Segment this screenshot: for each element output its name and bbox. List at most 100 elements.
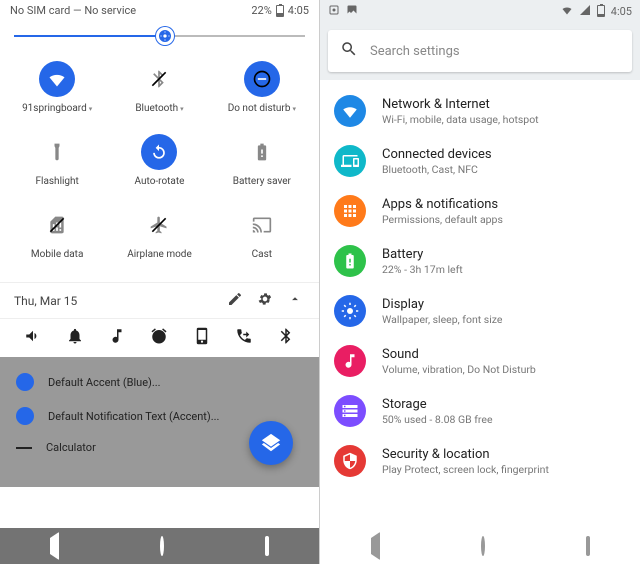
clock: 4:05 (611, 5, 632, 18)
background-app-dimmed: Default Accent (Blue)... Default Notific… (0, 357, 319, 487)
nav-back[interactable] (371, 538, 380, 554)
chevron-up-icon[interactable] (285, 292, 305, 309)
qs-tile-bluetooth[interactable]: Bluetooth ▾ (108, 53, 210, 126)
search-placeholder: Search settings (370, 44, 460, 59)
brightness-slider[interactable] (0, 21, 319, 43)
settings-item-sound[interactable]: SoundVolume, vibration, Do Not Disturb (320, 336, 640, 386)
sim-icon (39, 207, 75, 243)
settings-item-wifi[interactable]: Network & InternetWi-Fi, mobile, data us… (320, 86, 640, 136)
date-label: Thu, Mar 15 (14, 294, 77, 308)
alarm-icon[interactable] (150, 327, 168, 349)
qs-tile-sim[interactable]: Mobile data (6, 199, 108, 272)
call-down-icon[interactable] (235, 327, 253, 349)
phone-icon[interactable] (193, 327, 211, 349)
brightness-icon[interactable] (156, 27, 174, 45)
settings-item-brightness[interactable]: DisplayWallpaper, sleep, font size (320, 286, 640, 336)
battery-icon (597, 5, 605, 17)
settings-subtitle: Wi-Fi, mobile, data usage, hotspot (382, 113, 539, 126)
cast-icon (244, 207, 280, 243)
settings-subtitle: Wallpaper, sleep, font size (382, 313, 502, 326)
settings-title: Apps & notifications (382, 197, 503, 212)
qs-tile-dnd[interactable]: Do not disturb ▾ (211, 53, 313, 126)
gear-icon[interactable] (255, 291, 275, 310)
settings-subtitle: Bluetooth, Cast, NFC (382, 163, 492, 176)
qs-label: Battery saver (213, 176, 311, 187)
quick-settings-grid: 91springboard ▾ Bluetooth ▾ Do not disturb… (0, 43, 319, 282)
edit-icon[interactable] (225, 291, 245, 310)
qs-label: Auto-rotate (110, 176, 208, 187)
battery-percent: 22% (251, 4, 271, 17)
signal-icon (579, 4, 591, 19)
qs-tile-wifi[interactable]: 91springboard ▾ (6, 53, 108, 126)
settings-title: Battery (382, 247, 463, 262)
search-settings[interactable]: Search settings (328, 30, 632, 72)
status-bar: No SIM card — No service 22% 4:05 (0, 0, 319, 21)
settings-title: Security & location (382, 447, 549, 462)
qs-tile-airplane[interactable]: Airplane mode (108, 199, 210, 272)
wifi-icon (561, 4, 573, 19)
nav-home[interactable] (160, 538, 164, 554)
wifi-icon (334, 95, 366, 127)
qs-label: 91springboard ▾ (8, 103, 106, 114)
nav-recent[interactable] (265, 538, 269, 554)
storage-icon (334, 395, 366, 427)
settings-title: Storage (382, 397, 493, 412)
settings-title: Network & Internet (382, 97, 539, 112)
notification-icons-row (0, 318, 319, 357)
rotate-icon (141, 134, 177, 170)
qs-label: Airplane mode (110, 249, 208, 260)
nav-recent[interactable] (586, 538, 590, 554)
qs-tile-battery[interactable]: Battery saver (211, 126, 313, 199)
settings-item-devices[interactable]: Connected devicesBluetooth, Cast, NFC (320, 136, 640, 186)
nav-home[interactable] (481, 538, 485, 554)
clock: 4:05 (288, 4, 309, 17)
volume-icon[interactable] (24, 327, 42, 349)
settings-screen: 4:05 Search settings Network & InternetW… (320, 0, 640, 564)
qs-label: Bluetooth ▾ (110, 103, 208, 114)
qs-label: Mobile data (8, 249, 106, 260)
qs-tile-flashlight[interactable]: Flashlight (6, 126, 108, 199)
search-icon (340, 40, 358, 62)
battery-icon (244, 134, 280, 170)
nav-back[interactable] (50, 538, 59, 554)
nav-bar (0, 528, 319, 564)
music-icon[interactable] (108, 327, 126, 349)
settings-title: Sound (382, 347, 536, 362)
settings-item-battery[interactable]: Battery22% - 3h 17m left (320, 236, 640, 286)
sound-icon (334, 345, 366, 377)
settings-item-apps[interactable]: Apps & notificationsPermissions, default… (320, 186, 640, 236)
devices-icon (334, 145, 366, 177)
settings-subtitle: 50% used - 8.08 GB free (382, 413, 493, 426)
qs-tile-cast[interactable]: Cast (211, 199, 313, 272)
settings-item-security[interactable]: Security & locationPlay Protect, screen … (320, 436, 640, 486)
airplane-icon (141, 207, 177, 243)
qs-label: Do not disturb ▾ (213, 103, 311, 114)
battery-icon (276, 5, 284, 17)
notification-dot-icon (328, 4, 340, 19)
brightness-icon (334, 295, 366, 327)
bluetooth-icon (141, 61, 177, 97)
security-icon (334, 445, 366, 477)
quick-settings-screen: No SIM card — No service 22% 4:05 91spri… (0, 0, 320, 564)
list-item: Default Accent (Blue)... (12, 365, 307, 399)
bell-icon[interactable] (66, 327, 84, 349)
settings-subtitle: Play Protect, screen lock, fingerprint (382, 463, 549, 476)
wifi-icon (39, 61, 75, 97)
qs-tile-rotate[interactable]: Auto-rotate (108, 126, 210, 199)
fab-layers[interactable] (249, 421, 293, 465)
carrier-text: No SIM card — No service (10, 4, 136, 17)
settings-title: Display (382, 297, 502, 312)
battery-icon (334, 245, 366, 277)
settings-item-storage[interactable]: Storage50% used - 8.08 GB free (320, 386, 640, 436)
settings-subtitle: Permissions, default apps (382, 213, 503, 226)
qs-label: Flashlight (8, 176, 106, 187)
status-bar: 4:05 (320, 0, 640, 22)
settings-subtitle: 22% - 3h 17m left (382, 263, 463, 276)
bluetooth-app-icon[interactable] (277, 327, 295, 349)
apps-icon (334, 195, 366, 227)
dnd-icon (244, 61, 280, 97)
nav-bar (320, 528, 640, 564)
flashlight-icon (39, 134, 75, 170)
image-icon (346, 4, 358, 19)
qs-label: Cast (213, 249, 311, 260)
